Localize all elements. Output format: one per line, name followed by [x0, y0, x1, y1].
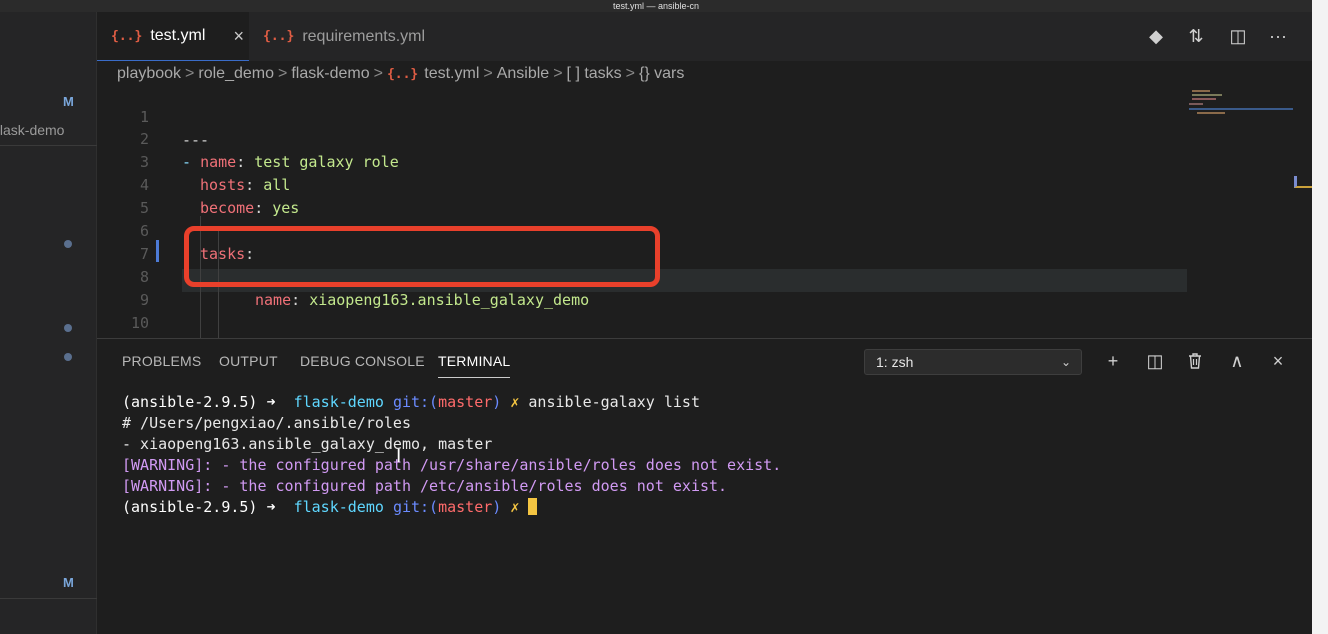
terminal-cursor — [528, 498, 538, 515]
tab-label: test.yml — [150, 27, 206, 44]
divider — [0, 145, 97, 146]
window-edge — [1312, 0, 1328, 634]
breadcrumb-item[interactable]: Ansible — [497, 65, 549, 82]
code-line: 1 --- — [139, 108, 210, 149]
new-terminal-icon[interactable]: + — [1099, 347, 1127, 375]
terminal-prompt-line: (ansible-2.9.5) ➜ flask-demo git:(master… — [122, 497, 781, 518]
title-bar: test.yml — ansible-cn — [0, 0, 1312, 12]
maximize-panel-icon[interactable]: ∧ — [1223, 347, 1251, 375]
git-icon[interactable]: ◆ — [1141, 12, 1171, 61]
modified-badge: M — [63, 575, 74, 590]
chevron-right-icon: > — [278, 65, 288, 82]
terminal-line: (ansible-2.9.5) ➜ flask-demo git:(master… — [122, 393, 700, 411]
breadcrumb-item[interactable]: flask-demo — [291, 65, 369, 82]
code-line: 5 — [139, 199, 149, 217]
minimap[interactable] — [1187, 86, 1297, 116]
terminal-output[interactable]: (ansible-2.9.5) ➜ flask-demo git:(master… — [122, 392, 781, 518]
explorer-sidebar: M flask-demo M — [0, 12, 97, 634]
code-line: 4 become: yes — [139, 176, 300, 217]
tab-problems[interactable]: PROBLEMS — [122, 353, 201, 369]
tab-terminal[interactable]: TERMINAL — [438, 353, 511, 378]
code-line: 3 hosts: all — [139, 153, 291, 194]
terminal-warning-line: [WARNING]: - the configured path /etc/an… — [122, 477, 728, 495]
kill-terminal-icon[interactable] — [1181, 347, 1209, 375]
compare-changes-icon[interactable]: ⇅ — [1181, 12, 1211, 61]
code-line: 6 tasks: — [139, 222, 255, 263]
close-panel-icon[interactable]: × — [1264, 347, 1292, 375]
modified-badge: M — [63, 94, 74, 109]
terminal-warning-line: [WARNING]: - the configured path /usr/sh… — [122, 456, 782, 474]
scrollbar-marker[interactable] — [1294, 176, 1312, 188]
code-line: 10 http_port: 8080 — [130, 314, 391, 355]
breadcrumb-item[interactable]: playbook — [117, 65, 181, 82]
breadcrumb-item[interactable]: {} vars — [639, 65, 684, 82]
tab-label: requirements.yml — [302, 27, 426, 45]
split-terminal-icon[interactable]: ◫ — [1141, 347, 1169, 375]
chevron-right-icon: > — [483, 65, 493, 82]
more-actions-icon[interactable]: ··· — [1263, 12, 1293, 61]
editor-tab-bar: {..} test.yml × {..} requirements.yml ◆ … — [97, 12, 1312, 61]
terminal-line: # /Users/pengxiao/.ansible/roles — [122, 414, 411, 432]
code-line: 2 - name: test galaxy role — [139, 130, 399, 171]
yaml-file-icon: {..} — [263, 29, 295, 44]
yaml-file-icon: {..} — [386, 67, 419, 82]
dot-indicator-icon — [64, 353, 72, 361]
terminal-select[interactable]: 1: zsh ⌄ — [864, 349, 1082, 375]
annotation-highlight-box — [184, 226, 660, 287]
close-icon[interactable]: × — [233, 26, 244, 47]
chevron-right-icon: > — [373, 65, 383, 82]
explorer-item-label: flask-demo — [0, 122, 65, 138]
chevron-right-icon: > — [553, 65, 563, 82]
window-title: test.yml — ansible-cn — [612, 1, 700, 11]
divider — [0, 598, 97, 599]
explorer-row[interactable]: M — [0, 572, 97, 594]
explorer-row-flask-demo[interactable]: flask-demo — [0, 119, 97, 141]
tab-requirements-yml[interactable]: {..} requirements.yml — [249, 12, 425, 61]
breadcrumb-item[interactable]: [ ] tasks — [567, 65, 622, 82]
chevron-right-icon: > — [625, 65, 636, 82]
tab-output[interactable]: OUTPUT — [219, 353, 278, 369]
tab-debug-console[interactable]: DEBUG CONSOLE — [300, 353, 425, 369]
chevron-down-icon: ⌄ — [1060, 355, 1071, 369]
tab-test-yml[interactable]: {..} test.yml × — [97, 12, 249, 61]
chevron-right-icon: > — [185, 65, 195, 82]
mouse-ibeam-cursor-icon: I — [396, 446, 402, 467]
dot-indicator-icon — [64, 240, 72, 248]
dot-indicator-icon — [64, 324, 72, 332]
breadcrumb-item[interactable]: test.yml — [424, 65, 479, 82]
breadcrumb-item[interactable]: role_demo — [198, 65, 274, 82]
split-editor-icon[interactable]: ◫ — [1223, 12, 1253, 61]
code-editor[interactable]: 1 --- 2 - name: test galaxy role 3 hosts… — [97, 86, 1312, 355]
yaml-file-icon: {..} — [111, 28, 143, 44]
explorer-row[interactable]: M — [0, 91, 97, 113]
terminal-line: - xiaopeng163.ansible_galaxy_demo, maste… — [122, 435, 493, 453]
